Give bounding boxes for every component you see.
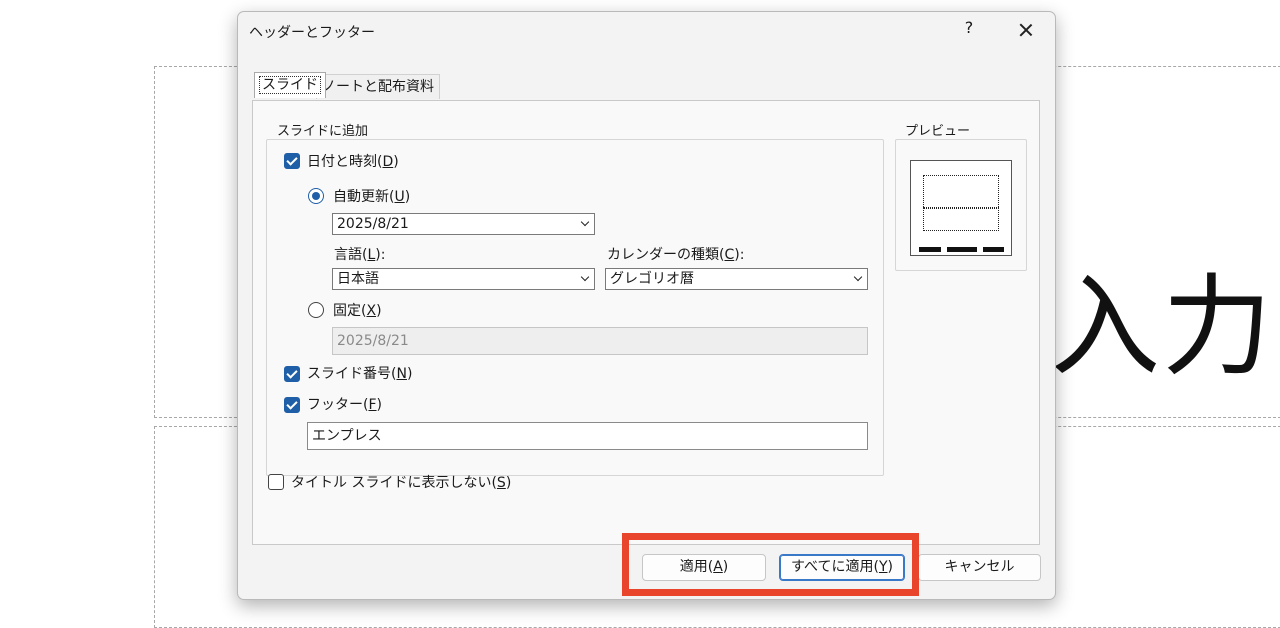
calendar-type-value: グレゴリオ暦 <box>610 271 694 287</box>
tab-slide-label: スライド <box>259 76 321 94</box>
auto-update-date-value: 2025/8/21 <box>337 216 409 232</box>
footer-text-input[interactable]: エンプレス <box>307 422 868 450</box>
date-time-label: 日付と時刻(D) <box>307 154 399 170</box>
close-icon[interactable] <box>1012 16 1040 44</box>
calendar-type-dropdown[interactable]: グレゴリオ暦 <box>605 268 868 290</box>
tab-slide[interactable]: スライド <box>254 72 326 98</box>
footer-text-value: エンプレス <box>312 428 382 444</box>
slide-number-checkbox[interactable] <box>284 366 300 382</box>
language-label: 言語(L): <box>334 247 386 263</box>
language-dropdown[interactable]: 日本語 <box>332 268 595 290</box>
footer-checkbox[interactable] <box>284 397 300 413</box>
preview-slide-number <box>983 247 1004 252</box>
auto-update-date-dropdown[interactable]: 2025/8/21 <box>332 213 595 235</box>
calendar-type-label: カレンダーの種類(C): <box>607 247 745 263</box>
tab-notes-handouts[interactable]: ノートと配布資料 <box>316 74 440 99</box>
fixed-label: 固定(X) <box>333 303 382 319</box>
fixed-radio[interactable] <box>308 302 324 318</box>
group-label: スライドに追加 <box>274 120 372 139</box>
chevron-down-icon <box>578 214 594 234</box>
preview-title-placeholder <box>923 175 999 209</box>
chevron-down-icon <box>578 269 594 289</box>
fixed-date-value: 2025/8/21 <box>337 333 409 349</box>
auto-update-radio[interactable] <box>308 188 324 204</box>
apply-all-button[interactable]: すべてに適用(Y) <box>779 554 905 581</box>
apply-button[interactable]: 適用(A) <box>642 554 766 581</box>
hide-title-slide-checkbox[interactable] <box>268 474 284 490</box>
cancel-button[interactable]: キャンセル <box>918 554 1041 581</box>
preview-label: プレビュー <box>902 120 974 139</box>
preview-date-footer <box>919 247 941 252</box>
preview-thumbnail <box>910 160 1012 256</box>
dialog-title: ヘッダーとフッター <box>249 25 375 41</box>
help-button[interactable]: ? <box>959 18 979 37</box>
slide-number-label: スライド番号(N) <box>307 366 413 382</box>
auto-update-label: 自動更新(U) <box>333 189 411 205</box>
slide-title-text: 入力 <box>1050 263 1274 391</box>
language-value: 日本語 <box>337 271 379 287</box>
preview-footer-text <box>947 247 977 252</box>
header-footer-dialog: ヘッダーとフッター ? スライド ノートと配布資料 スライドに追加 日付と時刻(… <box>237 11 1056 600</box>
fixed-date-input[interactable]: 2025/8/21 <box>332 327 868 355</box>
hide-title-slide-label: タイトル スライドに表示しない(S) <box>291 475 512 491</box>
preview-body-placeholder <box>923 207 999 231</box>
footer-label: フッター(F) <box>307 397 382 413</box>
chevron-down-icon <box>851 269 867 289</box>
date-time-checkbox[interactable] <box>284 153 300 169</box>
